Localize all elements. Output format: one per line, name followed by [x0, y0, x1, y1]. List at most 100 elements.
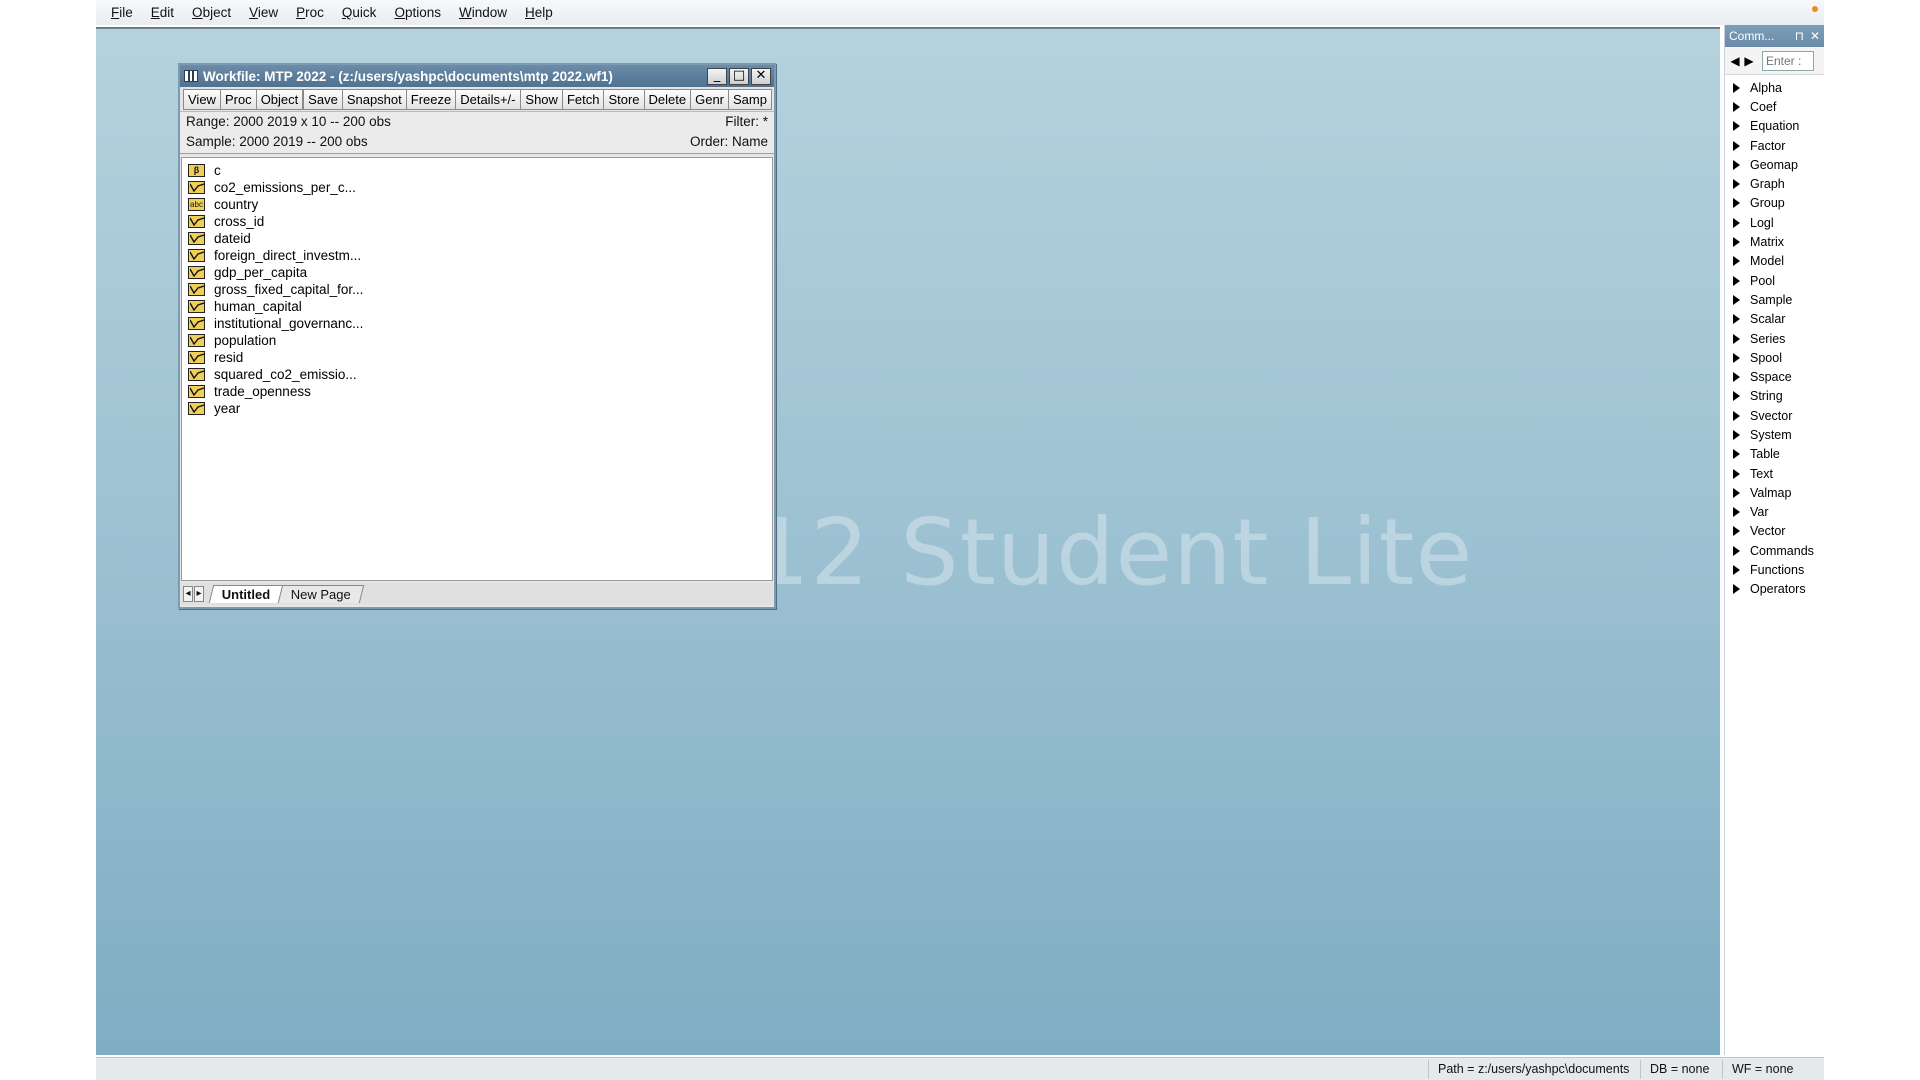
forward-arrow-icon[interactable]: ▶ — [1742, 52, 1756, 70]
tree-item-equation[interactable]: Equation — [1725, 117, 1824, 136]
tree-item-label: Series — [1750, 331, 1786, 346]
menu-view[interactable]: View — [240, 0, 287, 25]
pin-icon[interactable]: ⊓ — [1795, 29, 1804, 43]
sample-text[interactable]: Sample: 2000 2019 -- 200 obs — [186, 132, 368, 152]
object-row[interactable]: resid — [182, 349, 772, 366]
snapshot-button[interactable]: Snapshot — [341, 88, 407, 110]
tree-item-series[interactable]: Series — [1725, 329, 1824, 348]
object-row-c[interactable]: β c — [182, 162, 772, 179]
tree-item-factor[interactable]: Factor — [1725, 136, 1824, 155]
page-tabs: ◂ ▸ Untitled New Page — [181, 583, 773, 605]
object-row[interactable]: squared_co2_emissio... — [182, 366, 772, 383]
object-row[interactable]: population — [182, 332, 772, 349]
object-row[interactable]: institutional_governanc... — [182, 315, 772, 332]
save-button[interactable]: Save — [303, 88, 343, 110]
object-row[interactable]: co2_emissions_per_c... — [182, 179, 772, 196]
tree-item-matrix[interactable]: Matrix — [1725, 232, 1824, 251]
tree-item-geomap[interactable]: Geomap — [1725, 155, 1824, 174]
fetch-button[interactable]: Fetch — [561, 88, 605, 110]
show-button[interactable]: Show — [520, 88, 563, 110]
status-wf[interactable]: WF = none — [1722, 1060, 1803, 1079]
details-button[interactable]: Details+/- — [455, 88, 521, 110]
menu-options[interactable]: Options — [385, 0, 450, 25]
tree-item-model[interactable]: Model — [1725, 252, 1824, 271]
object-row[interactable]: dateid — [182, 230, 772, 247]
series-icon — [188, 300, 205, 313]
object-row-country[interactable]: abc country — [182, 196, 772, 213]
object-name: dateid — [214, 231, 251, 246]
tree-item-pool[interactable]: Pool — [1725, 271, 1824, 290]
object-row[interactable]: trade_openness — [182, 383, 772, 400]
tree-item-spool[interactable]: Spool — [1725, 348, 1824, 367]
workfile-titlebar[interactable]: Workfile: MTP 2022 - (z:/users/yashpc\do… — [180, 65, 774, 87]
tree-item-var[interactable]: Var — [1725, 503, 1824, 522]
store-button[interactable]: Store — [603, 88, 645, 110]
order-text[interactable]: Order: Name — [690, 132, 768, 152]
tree-item-alpha[interactable]: Alpha — [1725, 78, 1824, 97]
freeze-button[interactable]: Freeze — [405, 88, 457, 110]
samp-button[interactable]: Samp — [728, 88, 772, 110]
tab-untitled[interactable]: Untitled — [208, 585, 284, 603]
tree-item-text[interactable]: Text — [1725, 464, 1824, 483]
minimize-button[interactable]: _ — [707, 67, 727, 85]
tab-scroll-right[interactable]: ▸ — [194, 586, 204, 602]
tree-item-commands[interactable]: Commands — [1725, 541, 1824, 560]
tree-item-logl[interactable]: Logl — [1725, 213, 1824, 232]
tree-item-system[interactable]: System — [1725, 425, 1824, 444]
command-search-input[interactable] — [1762, 50, 1814, 71]
genr-button[interactable]: Genr — [690, 88, 730, 110]
object-row[interactable]: gdp_per_capita — [182, 264, 772, 281]
menu-window[interactable]: Window — [450, 0, 516, 25]
tree-item-graph[interactable]: Graph — [1725, 174, 1824, 193]
tree-item-group[interactable]: Group — [1725, 194, 1824, 213]
menu-file[interactable]: File — [102, 0, 142, 25]
tree-item-string[interactable]: String — [1725, 387, 1824, 406]
tree-item-scalar[interactable]: Scalar — [1725, 310, 1824, 329]
maximize-button[interactable]: □ — [729, 67, 749, 85]
tree-item-functions[interactable]: Functions — [1725, 560, 1824, 579]
series-icon — [188, 215, 205, 228]
tree-item-label: Vector — [1750, 524, 1786, 539]
object-row[interactable]: gross_fixed_capital_for... — [182, 281, 772, 298]
object-row[interactable]: human_capital — [182, 298, 772, 315]
tree-item-sspace[interactable]: Sspace — [1725, 367, 1824, 386]
menu-object[interactable]: Object — [183, 0, 240, 25]
tree-item-vector[interactable]: Vector — [1725, 522, 1824, 541]
close-icon[interactable]: ✕ — [1810, 29, 1820, 43]
series-icon — [188, 266, 205, 279]
menu-help[interactable]: Help — [516, 0, 562, 25]
tree-item-sample[interactable]: Sample — [1725, 290, 1824, 309]
tab-scroll-left[interactable]: ◂ — [183, 586, 193, 602]
tree-item-operators[interactable]: Operators — [1725, 580, 1824, 599]
status-db[interactable]: DB = none — [1640, 1060, 1718, 1079]
tree-item-label: Logl — [1750, 215, 1774, 230]
series-icon — [188, 402, 205, 415]
expand-triangle-icon — [1733, 294, 1740, 305]
proc-button[interactable]: Proc — [219, 88, 257, 110]
tree-item-svector[interactable]: Svector — [1725, 406, 1824, 425]
tab-new-page[interactable]: New Page — [278, 585, 365, 603]
tree-item-valmap[interactable]: Valmap — [1725, 483, 1824, 502]
tree-item-table[interactable]: Table — [1725, 445, 1824, 464]
range-text[interactable]: Range: 2000 2019 x 10 -- 200 obs — [186, 112, 391, 132]
filter-text[interactable]: Filter: * — [725, 112, 768, 132]
close-button[interactable]: ✕ — [751, 67, 771, 85]
object-row[interactable]: foreign_direct_investm... — [182, 247, 772, 264]
expand-triangle-icon — [1733, 256, 1740, 267]
status-path[interactable]: Path = z:/users/yashpc\documents — [1428, 1060, 1638, 1079]
delete-button[interactable]: Delete — [643, 88, 692, 110]
tree-item-label: Sspace — [1750, 370, 1792, 385]
tree-item-label: Spool — [1750, 350, 1782, 365]
workfile-icon — [184, 70, 198, 82]
menu-quick[interactable]: Quick — [333, 0, 386, 25]
back-arrow-icon[interactable]: ◀ — [1728, 52, 1742, 70]
object-button[interactable]: Object — [255, 88, 304, 110]
menu-edit[interactable]: Edit — [142, 0, 183, 25]
object-row[interactable]: year — [182, 400, 772, 417]
view-button[interactable]: View — [183, 88, 221, 110]
expand-triangle-icon — [1733, 429, 1740, 440]
series-icon — [188, 232, 205, 245]
object-row[interactable]: cross_id — [182, 213, 772, 230]
menu-proc[interactable]: Proc — [287, 0, 333, 25]
tree-item-coef[interactable]: Coef — [1725, 97, 1824, 116]
